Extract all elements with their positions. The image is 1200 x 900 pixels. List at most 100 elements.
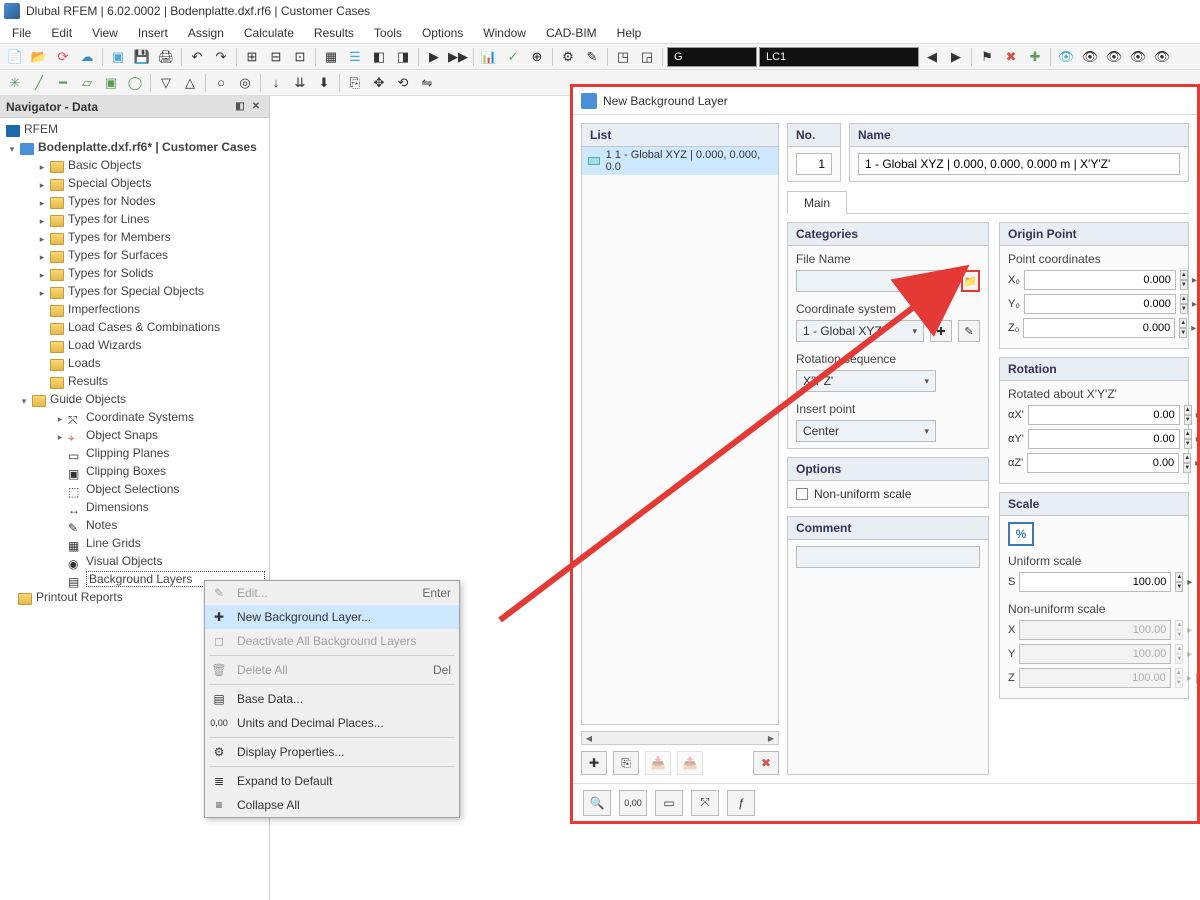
toggle3-icon[interactable]: ⊡ xyxy=(289,46,311,68)
tree-coord-systems[interactable]: ▸⤧Coordinate Systems xyxy=(0,410,269,428)
ctx-expand-default[interactable]: ≣Expand to Default xyxy=(205,769,459,793)
menu-file[interactable]: File xyxy=(2,23,41,43)
az-spinner[interactable]: ▲▼ xyxy=(1183,453,1191,473)
tree-object-selections[interactable]: ⬚Object Selections xyxy=(0,482,269,500)
cloud-icon[interactable]: ☁ xyxy=(76,46,98,68)
tab-main[interactable]: Main xyxy=(787,191,847,214)
toggle1-icon[interactable]: ⊞ xyxy=(241,46,263,68)
tree-types-nodes[interactable]: ▸Types for Nodes xyxy=(0,194,269,212)
coord-edit-button[interactable]: ✎ xyxy=(958,320,980,342)
tree-guide-objects[interactable]: ▾Guide Objects xyxy=(0,392,269,410)
load2-icon[interactable]: ⇊ xyxy=(289,72,311,94)
ctx-collapse-all[interactable]: ≡Collapse All xyxy=(205,793,459,817)
z0-field[interactable] xyxy=(1023,318,1175,338)
units-button[interactable]: 0,00 xyxy=(619,790,647,816)
save-icon[interactable]: 💾 xyxy=(131,46,153,68)
vis5-icon[interactable]: 👁 xyxy=(1151,46,1173,68)
results-icon[interactable]: 📊 xyxy=(478,46,500,68)
pin-icon[interactable]: ◧ xyxy=(233,100,247,114)
support-icon[interactable]: ▽ xyxy=(155,72,177,94)
open-icon[interactable]: 📂 xyxy=(28,46,50,68)
y0-spinner[interactable]: ▲▼ xyxy=(1180,294,1188,314)
move-icon[interactable]: ✥ xyxy=(368,72,390,94)
menu-help[interactable]: Help xyxy=(607,23,652,43)
comment-field[interactable] xyxy=(796,546,980,568)
lib1-button[interactable]: 📥 xyxy=(645,751,671,775)
tree-results[interactable]: Results xyxy=(0,374,269,392)
rotation-seq-dropdown[interactable]: X'Y'Z'▾ xyxy=(796,370,936,392)
menu-options[interactable]: Options xyxy=(412,23,473,43)
refresh-icon[interactable]: ⟳ xyxy=(52,46,74,68)
print-icon[interactable]: 🖨 xyxy=(155,46,177,68)
load-case-dropdown[interactable]: LC1 xyxy=(759,47,919,67)
opening-icon[interactable]: ◯ xyxy=(124,72,146,94)
tree-model[interactable]: ▾Bodenplatte.dxf.rf6* | Customer Cases xyxy=(0,140,269,158)
copy-icon[interactable]: ⎘ xyxy=(344,72,366,94)
menu-cad-bim[interactable]: CAD-BIM xyxy=(536,23,607,43)
new-item-button[interactable]: ✚ xyxy=(581,751,607,775)
ctx-new-background-layer[interactable]: ✚New Background Layer... xyxy=(205,605,459,629)
menu-insert[interactable]: Insert xyxy=(128,23,178,43)
ax-spinner[interactable]: ▲▼ xyxy=(1184,405,1192,425)
menu-calculate[interactable]: Calculate xyxy=(234,23,304,43)
hinge-icon[interactable]: ○ xyxy=(210,72,232,94)
y0-field[interactable] xyxy=(1024,294,1176,314)
close-icon[interactable]: ✕ xyxy=(249,100,263,114)
menu-edit[interactable]: Edit xyxy=(41,23,82,43)
coord-new-button[interactable]: ✚ xyxy=(930,320,952,342)
redo-icon[interactable]: ↷ xyxy=(210,46,232,68)
load3-icon[interactable]: ⬇ xyxy=(313,72,335,94)
coord-system-dropdown[interactable]: 1 - Global XYZ▾ xyxy=(796,320,924,342)
filter3-icon[interactable]: ✚ xyxy=(1024,46,1046,68)
menu-tools[interactable]: Tools xyxy=(364,23,412,43)
tree-visual-objects[interactable]: ◉Visual Objects xyxy=(0,554,269,572)
tree-types-surfaces[interactable]: ▸Types for Surfaces xyxy=(0,248,269,266)
tree-imperfections[interactable]: Imperfections xyxy=(0,302,269,320)
lib2-button[interactable]: 📤 xyxy=(677,751,703,775)
menu-results[interactable]: Results xyxy=(304,23,364,43)
solid-icon[interactable]: ▣ xyxy=(100,72,122,94)
table-icon[interactable]: ☰ xyxy=(344,46,366,68)
script-button[interactable]: ƒ xyxy=(727,790,755,816)
ay-spinner[interactable]: ▲▼ xyxy=(1184,429,1192,449)
panel-icon[interactable]: ◧ xyxy=(368,46,390,68)
tree-object-snaps[interactable]: ▸⌖Object Snaps xyxy=(0,428,269,446)
ax-field[interactable] xyxy=(1028,405,1180,425)
tree-types-special[interactable]: ▸Types for Special Objects xyxy=(0,284,269,302)
load1-icon[interactable]: ↓ xyxy=(265,72,287,94)
vis4-icon[interactable]: 👁 xyxy=(1127,46,1149,68)
tool2-icon[interactable]: ✎ xyxy=(581,46,603,68)
insert-point-dropdown[interactable]: Center▾ xyxy=(796,420,936,442)
tree-clipping-planes[interactable]: ▭Clipping Planes xyxy=(0,446,269,464)
s-field[interactable] xyxy=(1019,572,1171,592)
tree-clipping-boxes[interactable]: ▣Clipping Boxes xyxy=(0,464,269,482)
tree-types-solids[interactable]: ▸Types for Solids xyxy=(0,266,269,284)
tree-root-rfem[interactable]: RFEM xyxy=(0,122,269,140)
next-icon[interactable]: ▶ xyxy=(945,46,967,68)
scale-percent-button[interactable]: % xyxy=(1008,522,1034,546)
prev-icon[interactable]: ◀ xyxy=(921,46,943,68)
ctx-units[interactable]: 0,00Units and Decimal Places... xyxy=(205,711,459,735)
tree-load-wizards[interactable]: Load Wizards xyxy=(0,338,269,356)
filename-field[interactable] xyxy=(796,270,955,292)
list-scrollbar[interactable]: ◀ ▶ xyxy=(581,731,779,745)
s-spinner[interactable]: ▲▼ xyxy=(1175,572,1183,592)
zscale-field[interactable] xyxy=(1019,668,1171,688)
xscale-field[interactable] xyxy=(1019,620,1171,640)
menu-assign[interactable]: Assign xyxy=(178,23,234,43)
view1-icon[interactable]: ◳ xyxy=(612,46,634,68)
scroll-right-icon[interactable]: ▶ xyxy=(764,732,778,744)
hinge2-icon[interactable]: ◎ xyxy=(234,72,256,94)
design-icon[interactable]: ✓ xyxy=(502,46,524,68)
tree-loads[interactable]: Loads xyxy=(0,356,269,374)
menu-view[interactable]: View xyxy=(82,23,128,43)
view2-icon[interactable]: ◲ xyxy=(636,46,658,68)
undo-icon[interactable]: ↶ xyxy=(186,46,208,68)
tree-basic-objects[interactable]: ▸Basic Objects xyxy=(0,158,269,176)
x0-spinner[interactable]: ▲▼ xyxy=(1180,270,1188,290)
tree-special-objects[interactable]: ▸Special Objects xyxy=(0,176,269,194)
menu-window[interactable]: Window xyxy=(473,23,536,43)
ctx-base-data[interactable]: ▤Base Data... xyxy=(205,687,459,711)
ay-field[interactable] xyxy=(1028,429,1180,449)
surface-icon[interactable]: ▱ xyxy=(76,72,98,94)
